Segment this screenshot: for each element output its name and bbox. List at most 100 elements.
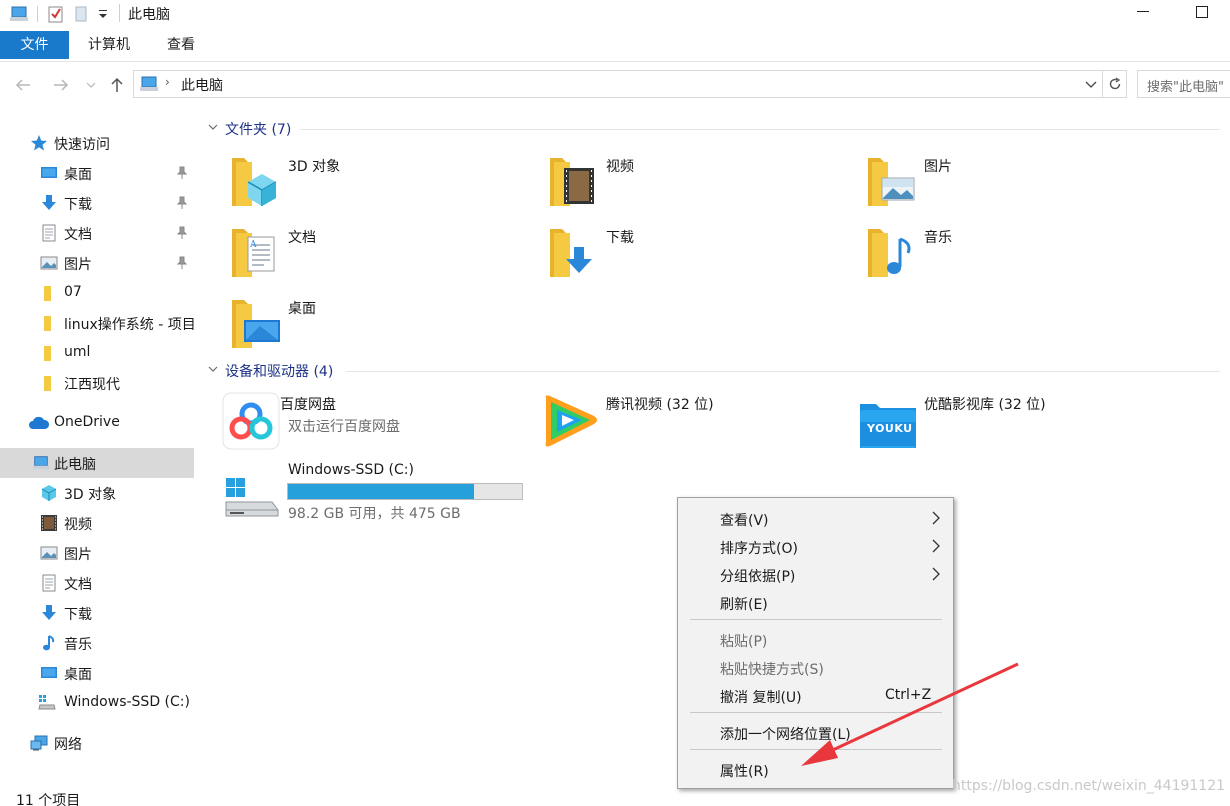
sidebar-item-desktop[interactable]: 桌面 (0, 658, 194, 688)
new-folder-quick-icon[interactable] (72, 4, 90, 24)
search-input[interactable]: 搜索"此电脑" (1137, 70, 1230, 98)
back-button[interactable] (12, 74, 34, 96)
pin-icon[interactable] (176, 226, 188, 240)
sidebar-item-folder-jiangxi[interactable]: 江西现代 (0, 368, 194, 398)
sidebar-item-label: 快速访问 (54, 137, 110, 153)
title-bar: 此电脑 (0, 0, 1230, 28)
title-separator (119, 4, 120, 22)
breadcrumb[interactable]: 此电脑 (181, 75, 223, 95)
menu-item-add-network-location[interactable]: 添加一个网络位置(L) (679, 719, 952, 745)
sidebar-item-pictures[interactable]: 图片 (0, 538, 194, 568)
customize-toolbar-dropdown-icon[interactable] (94, 4, 112, 24)
menu-item-label: 粘贴快捷方式(S) (720, 662, 824, 678)
device-tile-youku[interactable]: YOUKU 优酷影视库 (32 位) (858, 392, 1158, 454)
sidebar-item-windows-ssd[interactable]: Windows-SSD (C:) (0, 688, 194, 718)
device-name: 优酷影视库 (32 位) (924, 397, 1046, 413)
sidebar-item-downloads[interactable]: 下载 (0, 598, 194, 628)
drive-free-space: 98.2 GB 可用，共 475 GB (288, 506, 461, 522)
sidebar-item-3d-objects[interactable]: 3D 对象 (0, 478, 194, 508)
folder-tile-videos[interactable]: 视频 (548, 154, 848, 216)
tab-view[interactable]: 查看 (156, 31, 206, 59)
sidebar-item-label: linux操作系统 - 项目 (64, 317, 194, 333)
device-tile-baidu-netdisk[interactable]: 百度网盘 双击运行百度网盘 (222, 392, 522, 454)
sidebar-item-music[interactable]: 音乐 (0, 628, 194, 658)
refresh-icon (1109, 77, 1120, 90)
device-name: 百度网盘 (280, 397, 336, 413)
sidebar-item-network[interactable]: 网络 (0, 728, 194, 758)
refresh-button[interactable] (1103, 70, 1127, 98)
download-icon (42, 195, 56, 210)
up-arrow-icon (111, 77, 123, 92)
menu-item-properties[interactable]: 属性(R) (679, 756, 952, 782)
pin-icon[interactable] (176, 166, 188, 180)
sidebar-item-documents[interactable]: 文档 (0, 568, 194, 598)
sidebar-item-onedrive[interactable]: OneDrive (0, 408, 194, 438)
videos-icon (41, 515, 57, 531)
drive-name: Windows-SSD (C:) (288, 462, 414, 478)
sidebar-item-folder-linux[interactable]: linux操作系统 - 项目 (0, 308, 194, 338)
drive-icon (38, 695, 56, 710)
up-button[interactable] (106, 74, 128, 96)
menu-item-label: 粘贴(P) (720, 634, 768, 650)
recent-locations-button[interactable] (82, 74, 100, 96)
menu-item-label: 查看(V) (720, 513, 769, 529)
context-menu: 查看(V) 排序方式(O) 分组依据(P) 刷新(E) 粘贴(P) 粘贴快捷方式… (677, 497, 954, 789)
tab-file[interactable]: 文件 (0, 31, 69, 59)
menu-item-paste: 粘贴(P) (679, 626, 952, 652)
address-dropdown-icon[interactable] (1084, 76, 1098, 92)
videos-icon (550, 158, 594, 206)
sidebar-item-label: 视频 (64, 517, 92, 533)
minimize-button[interactable] (1137, 11, 1149, 12)
folder-name: 视频 (606, 159, 634, 175)
sidebar-item-label: 桌面 (64, 167, 92, 183)
menu-item-label: 添加一个网络位置(L) (720, 727, 851, 743)
address-bar[interactable]: › 此电脑 (133, 70, 1103, 98)
download-icon (550, 229, 592, 277)
menu-item-sort-by[interactable]: 排序方式(O) (679, 533, 952, 559)
sidebar-item-label: 文档 (64, 577, 92, 593)
menu-item-view[interactable]: 查看(V) (679, 505, 952, 531)
breadcrumb-chevron-icon[interactable]: › (165, 75, 170, 89)
maximize-button[interactable] (1196, 6, 1208, 18)
properties-quick-icon[interactable] (46, 4, 66, 24)
forward-button[interactable] (50, 74, 72, 96)
tab-computer[interactable]: 计算机 (78, 31, 140, 59)
sidebar-item-label: 下载 (64, 197, 92, 213)
folder-tile-desktop[interactable]: 桌面 (230, 296, 530, 358)
tencent-video-icon (545, 395, 597, 447)
this-pc-icon (8, 4, 30, 24)
folder-tile-music[interactable]: 音乐 (866, 225, 1166, 287)
menu-item-undo-copy[interactable]: 撤消 复制(U) Ctrl+Z (679, 682, 952, 708)
sidebar-item-documents-pinned[interactable]: 文档 (0, 218, 194, 248)
sidebar-item-folder-07[interactable]: 07 (0, 278, 194, 308)
device-name: 腾讯视频 (32 位) (606, 397, 714, 413)
sidebar-item-pictures-pinned[interactable]: 图片 (0, 248, 194, 278)
pictures-icon (868, 158, 915, 206)
sidebar-item-videos[interactable]: 视频 (0, 508, 194, 538)
pin-icon[interactable] (176, 256, 188, 270)
device-tile-tencent-video[interactable]: 腾讯视频 (32 位) (540, 392, 840, 454)
sidebar-item-quick-access[interactable]: 快速访问 (0, 128, 194, 158)
folder-tile-3d-objects[interactable]: 3D 对象 (230, 154, 530, 216)
sidebar-item-label: 音乐 (64, 637, 92, 653)
pin-icon[interactable] (176, 196, 188, 210)
folder-icon (44, 376, 51, 391)
sidebar-item-downloads-pinned[interactable]: 下载 (0, 188, 194, 218)
folder-tile-pictures[interactable]: 图片 (866, 154, 1166, 216)
folder-name: 文档 (288, 230, 316, 246)
menu-item-refresh[interactable]: 刷新(E) (679, 589, 952, 615)
this-pc-icon (32, 456, 50, 470)
folder-tile-documents[interactable]: A 文档 (230, 225, 530, 287)
desktop-icon (232, 300, 280, 348)
sidebar-item-desktop-pinned[interactable]: 桌面 (0, 158, 194, 188)
sidebar-item-label: 此电脑 (54, 457, 96, 473)
sidebar-item-folder-uml[interactable]: uml (0, 338, 194, 368)
sidebar-item-label: 图片 (64, 257, 92, 273)
drive-usage-bar (287, 483, 523, 500)
sidebar-item-this-pc[interactable]: 此电脑 (0, 448, 194, 478)
star-icon (31, 135, 47, 151)
menu-item-group-by[interactable]: 分组依据(P) (679, 561, 952, 587)
sidebar-item-label: 下载 (64, 607, 92, 623)
folder-tile-downloads[interactable]: 下载 (548, 225, 848, 287)
onedrive-cloud-icon (29, 416, 50, 429)
